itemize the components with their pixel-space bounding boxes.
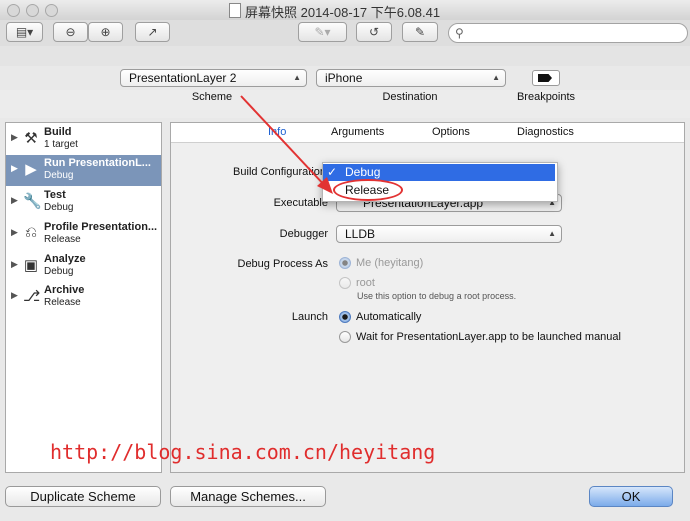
manage-schemes-button[interactable]: Manage Schemes...	[170, 486, 326, 507]
annotation-url: http://blog.sina.com.cn/heyitang	[50, 440, 436, 464]
duplicate-scheme-button[interactable]: Duplicate Scheme	[5, 486, 161, 507]
ok-button[interactable]: OK	[589, 486, 673, 507]
arrow-shaft	[240, 95, 328, 189]
